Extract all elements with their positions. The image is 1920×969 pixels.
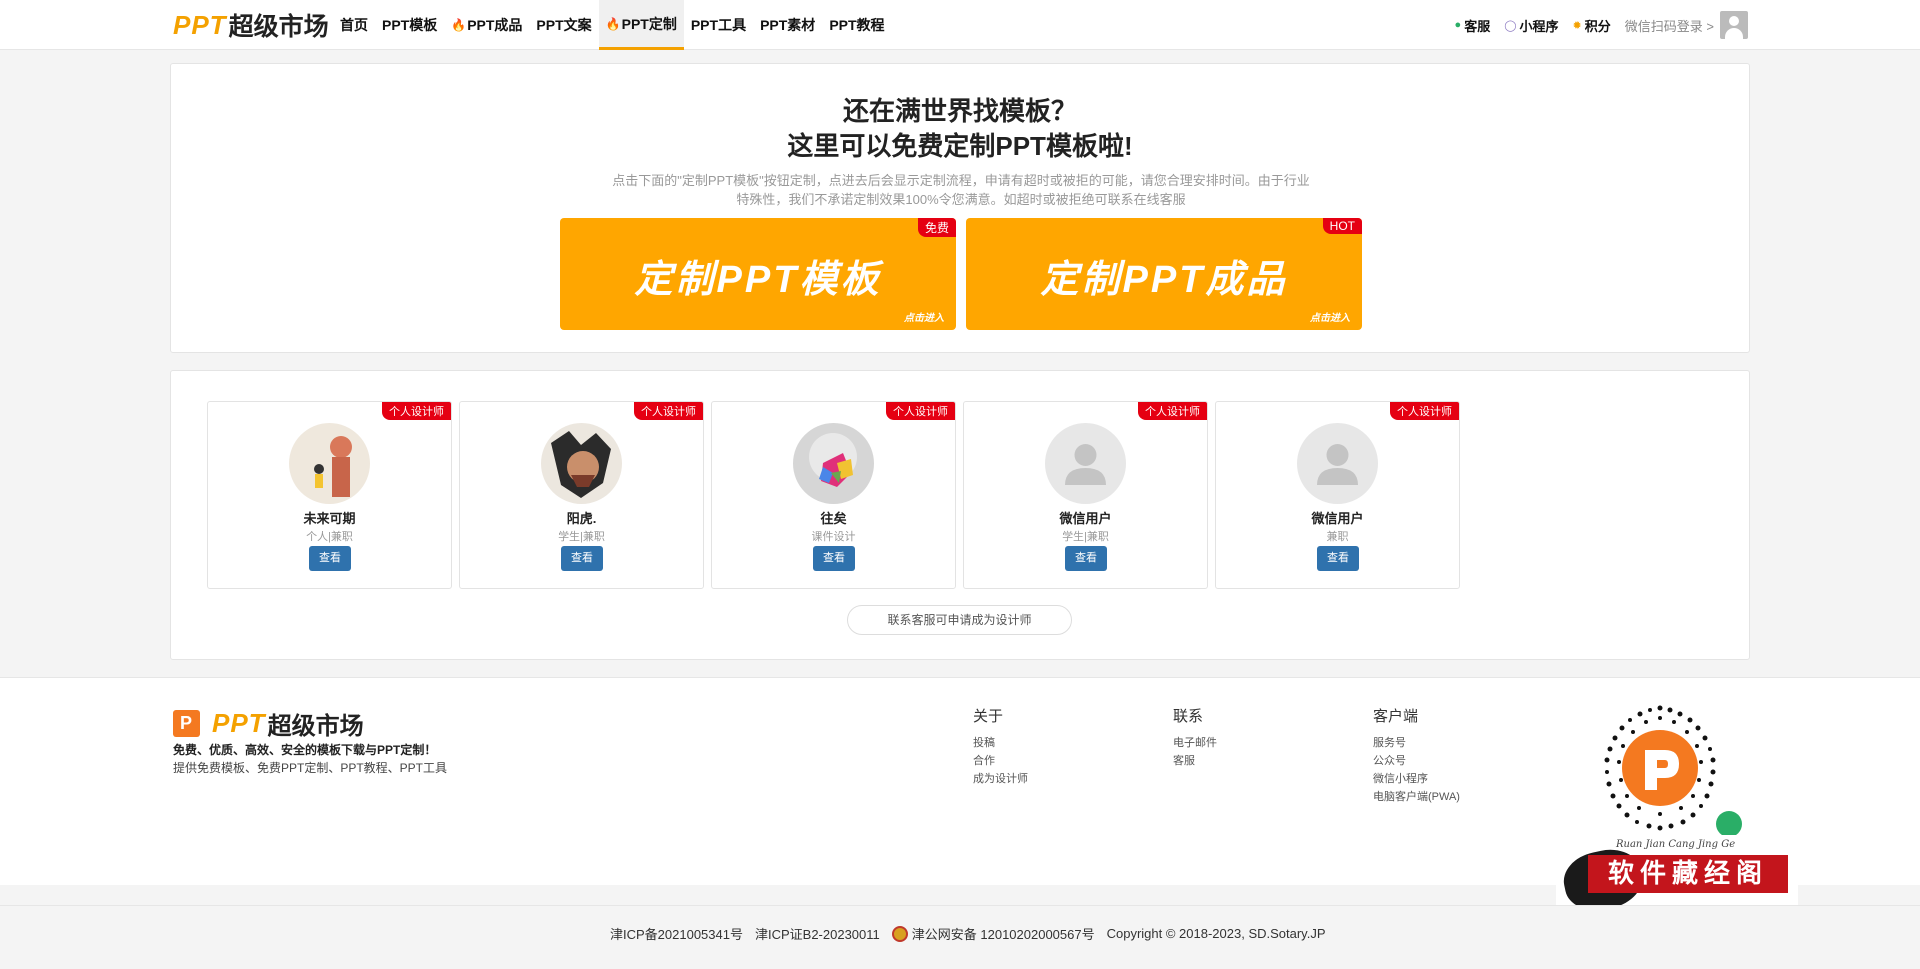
view-designer-button[interactable]: 查看: [309, 546, 351, 571]
designer-avatar: [541, 423, 622, 504]
header-right: ● 客服 ◯ 小程序 ✹ 积分 微信扫码登录 >: [1441, 9, 1748, 41]
footer-col-contact: 联系 电子邮件 客服: [1173, 705, 1217, 770]
apply-designer-button[interactable]: 联系客服可申请成为设计师: [847, 605, 1072, 635]
footer-link-service-account[interactable]: 服务号: [1373, 734, 1460, 752]
hero-description: 点击下面的"定制PPT模板"按钮定制，点进去后会显示定制流程，申请有超时或被拒的…: [612, 173, 1310, 207]
sun-icon: ✹: [1572, 19, 1582, 32]
top-header: PPT 超级市场 首页 PPT模板 🔥 PPT成品 PPT文案 🔥 PPT定制 PP…: [0, 0, 1920, 50]
logo-cn-text: 超级市场: [228, 13, 329, 41]
designer-card: 个人设计师 未来可期 个人|兼职 查看: [207, 401, 452, 589]
footer-link-pwa[interactable]: 电脑客户端(PWA): [1373, 788, 1460, 806]
logo-p-icon: [173, 710, 200, 737]
mini-program-link[interactable]: ◯ 小程序: [1504, 16, 1558, 35]
user-avatar-icon[interactable]: [1720, 11, 1748, 39]
service-link[interactable]: ● 客服: [1455, 16, 1491, 35]
login-link[interactable]: 微信扫码登录 >: [1625, 16, 1714, 35]
designer-card: 个人设计师 往矣 课件设计 查看: [711, 401, 956, 589]
view-designer-button[interactable]: 查看: [813, 546, 855, 571]
site-logo[interactable]: PPT 超级市场: [173, 9, 329, 42]
fire-icon: 🔥: [451, 18, 467, 32]
view-designer-button[interactable]: 查看: [1065, 546, 1107, 571]
designer-avatar: [793, 423, 874, 504]
footer-link-email[interactable]: 电子邮件: [1173, 734, 1217, 752]
footer-col-client: 客户端 服务号 公众号 微信小程序 电脑客户端(PWA): [1373, 705, 1460, 806]
watermark-stamp: Ruan Jian Cang Jing Ge 软件藏经阁: [1556, 835, 1798, 917]
nav-item-templates[interactable]: PPT模板: [375, 0, 444, 50]
footer-link-service[interactable]: 客服: [1173, 752, 1217, 770]
footer-slogan: 免费、优质、高效、安全的模板下载与PPT定制！: [173, 743, 437, 757]
designers-panel: 个人设计师 未来可期 个人|兼职 查看 个人设计师 阳虎. 学生|兼职 查看 个…: [170, 370, 1750, 660]
designer-card: 个人设计师 阳虎. 学生|兼职 查看: [459, 401, 704, 589]
fire-icon: 🔥: [605, 16, 621, 31]
free-badge: 免费: [917, 218, 956, 237]
footer-link-mini-program[interactable]: 微信小程序: [1373, 770, 1460, 788]
nav-item-tools[interactable]: PPT工具: [684, 0, 753, 50]
nav-item-custom[interactable]: 🔥 PPT定制: [598, 0, 684, 50]
designer-card: 个人设计师 微信用户 兼职 查看: [1215, 401, 1460, 589]
footer-subtitle: 提供免费模板、免费PPT定制、PPT教程、PPT工具: [173, 761, 448, 775]
mini-program-icon: ◯: [1504, 19, 1517, 32]
nav-item-copywriting[interactable]: PPT文案: [529, 0, 598, 50]
nav-item-home[interactable]: 首页: [333, 0, 375, 50]
footer-link-cooperate[interactable]: 合作: [973, 752, 1028, 770]
custom-finished-button[interactable]: 定制PPT成品 HOT 点击进入: [966, 218, 1362, 330]
nav-item-tutorials[interactable]: PPT教程: [822, 0, 891, 50]
wechat-icon: ●: [1454, 19, 1462, 31]
default-avatar-icon: [1045, 423, 1126, 504]
footer-link-submit[interactable]: 投稿: [973, 734, 1028, 752]
logo-ppt-text: PPT: [173, 9, 227, 40]
default-avatar-icon: [1297, 423, 1378, 504]
designer-avatar: [289, 423, 370, 504]
footer-link-official-account[interactable]: 公众号: [1373, 752, 1460, 770]
police-badge-icon: [891, 925, 908, 942]
copyright-text: Copyright © 2018-2023, SD.Sotary.JP: [1106, 926, 1326, 941]
designer-card: 个人设计师 微信用户 学生|兼职 查看: [963, 401, 1208, 589]
nav-item-materials[interactable]: PPT素材: [753, 0, 822, 50]
view-designer-button[interactable]: 查看: [561, 546, 603, 571]
points-link[interactable]: ✹ 积分: [1573, 16, 1611, 35]
hero-title-2: 这里可以免费定制PPT模板啦!: [787, 131, 1133, 161]
bottom-bar: 津ICP备2021005341号 津ICP证B2-20230011 津公网安备 …: [0, 905, 1920, 969]
custom-template-button[interactable]: 定制PPT模板 免费 点击进入: [560, 218, 956, 330]
police-link[interactable]: 津公网安备 12010202000567号: [912, 924, 1095, 943]
view-designer-button[interactable]: 查看: [1317, 546, 1359, 571]
icp-link[interactable]: 津ICP备2021005341号: [610, 924, 743, 943]
footer-col-about: 关于 投稿 合作 成为设计师: [973, 705, 1028, 788]
hero-title-1: 还在满世界找模板？: [842, 96, 1077, 126]
footer-link-become-designer[interactable]: 成为设计师: [973, 770, 1028, 788]
main-nav: 首页 PPT模板 🔥 PPT成品 PPT文案 🔥 PPT定制 PPT工具 PPT素材…: [333, 0, 892, 50]
hot-badge: HOT: [1322, 218, 1362, 234]
footer-logo[interactable]: PPT 超级市场: [173, 706, 364, 741]
mini-program-qr-code: [1573, 702, 1747, 857]
nav-item-finished[interactable]: 🔥 PPT成品: [444, 0, 529, 50]
custom-hero-panel: 还在满世界找模板？ 这里可以免费定制PPT模板啦! 点击下面的"定制PPT模板"…: [170, 63, 1750, 353]
icp2-link[interactable]: 津ICP证B2-20230011: [755, 924, 880, 943]
